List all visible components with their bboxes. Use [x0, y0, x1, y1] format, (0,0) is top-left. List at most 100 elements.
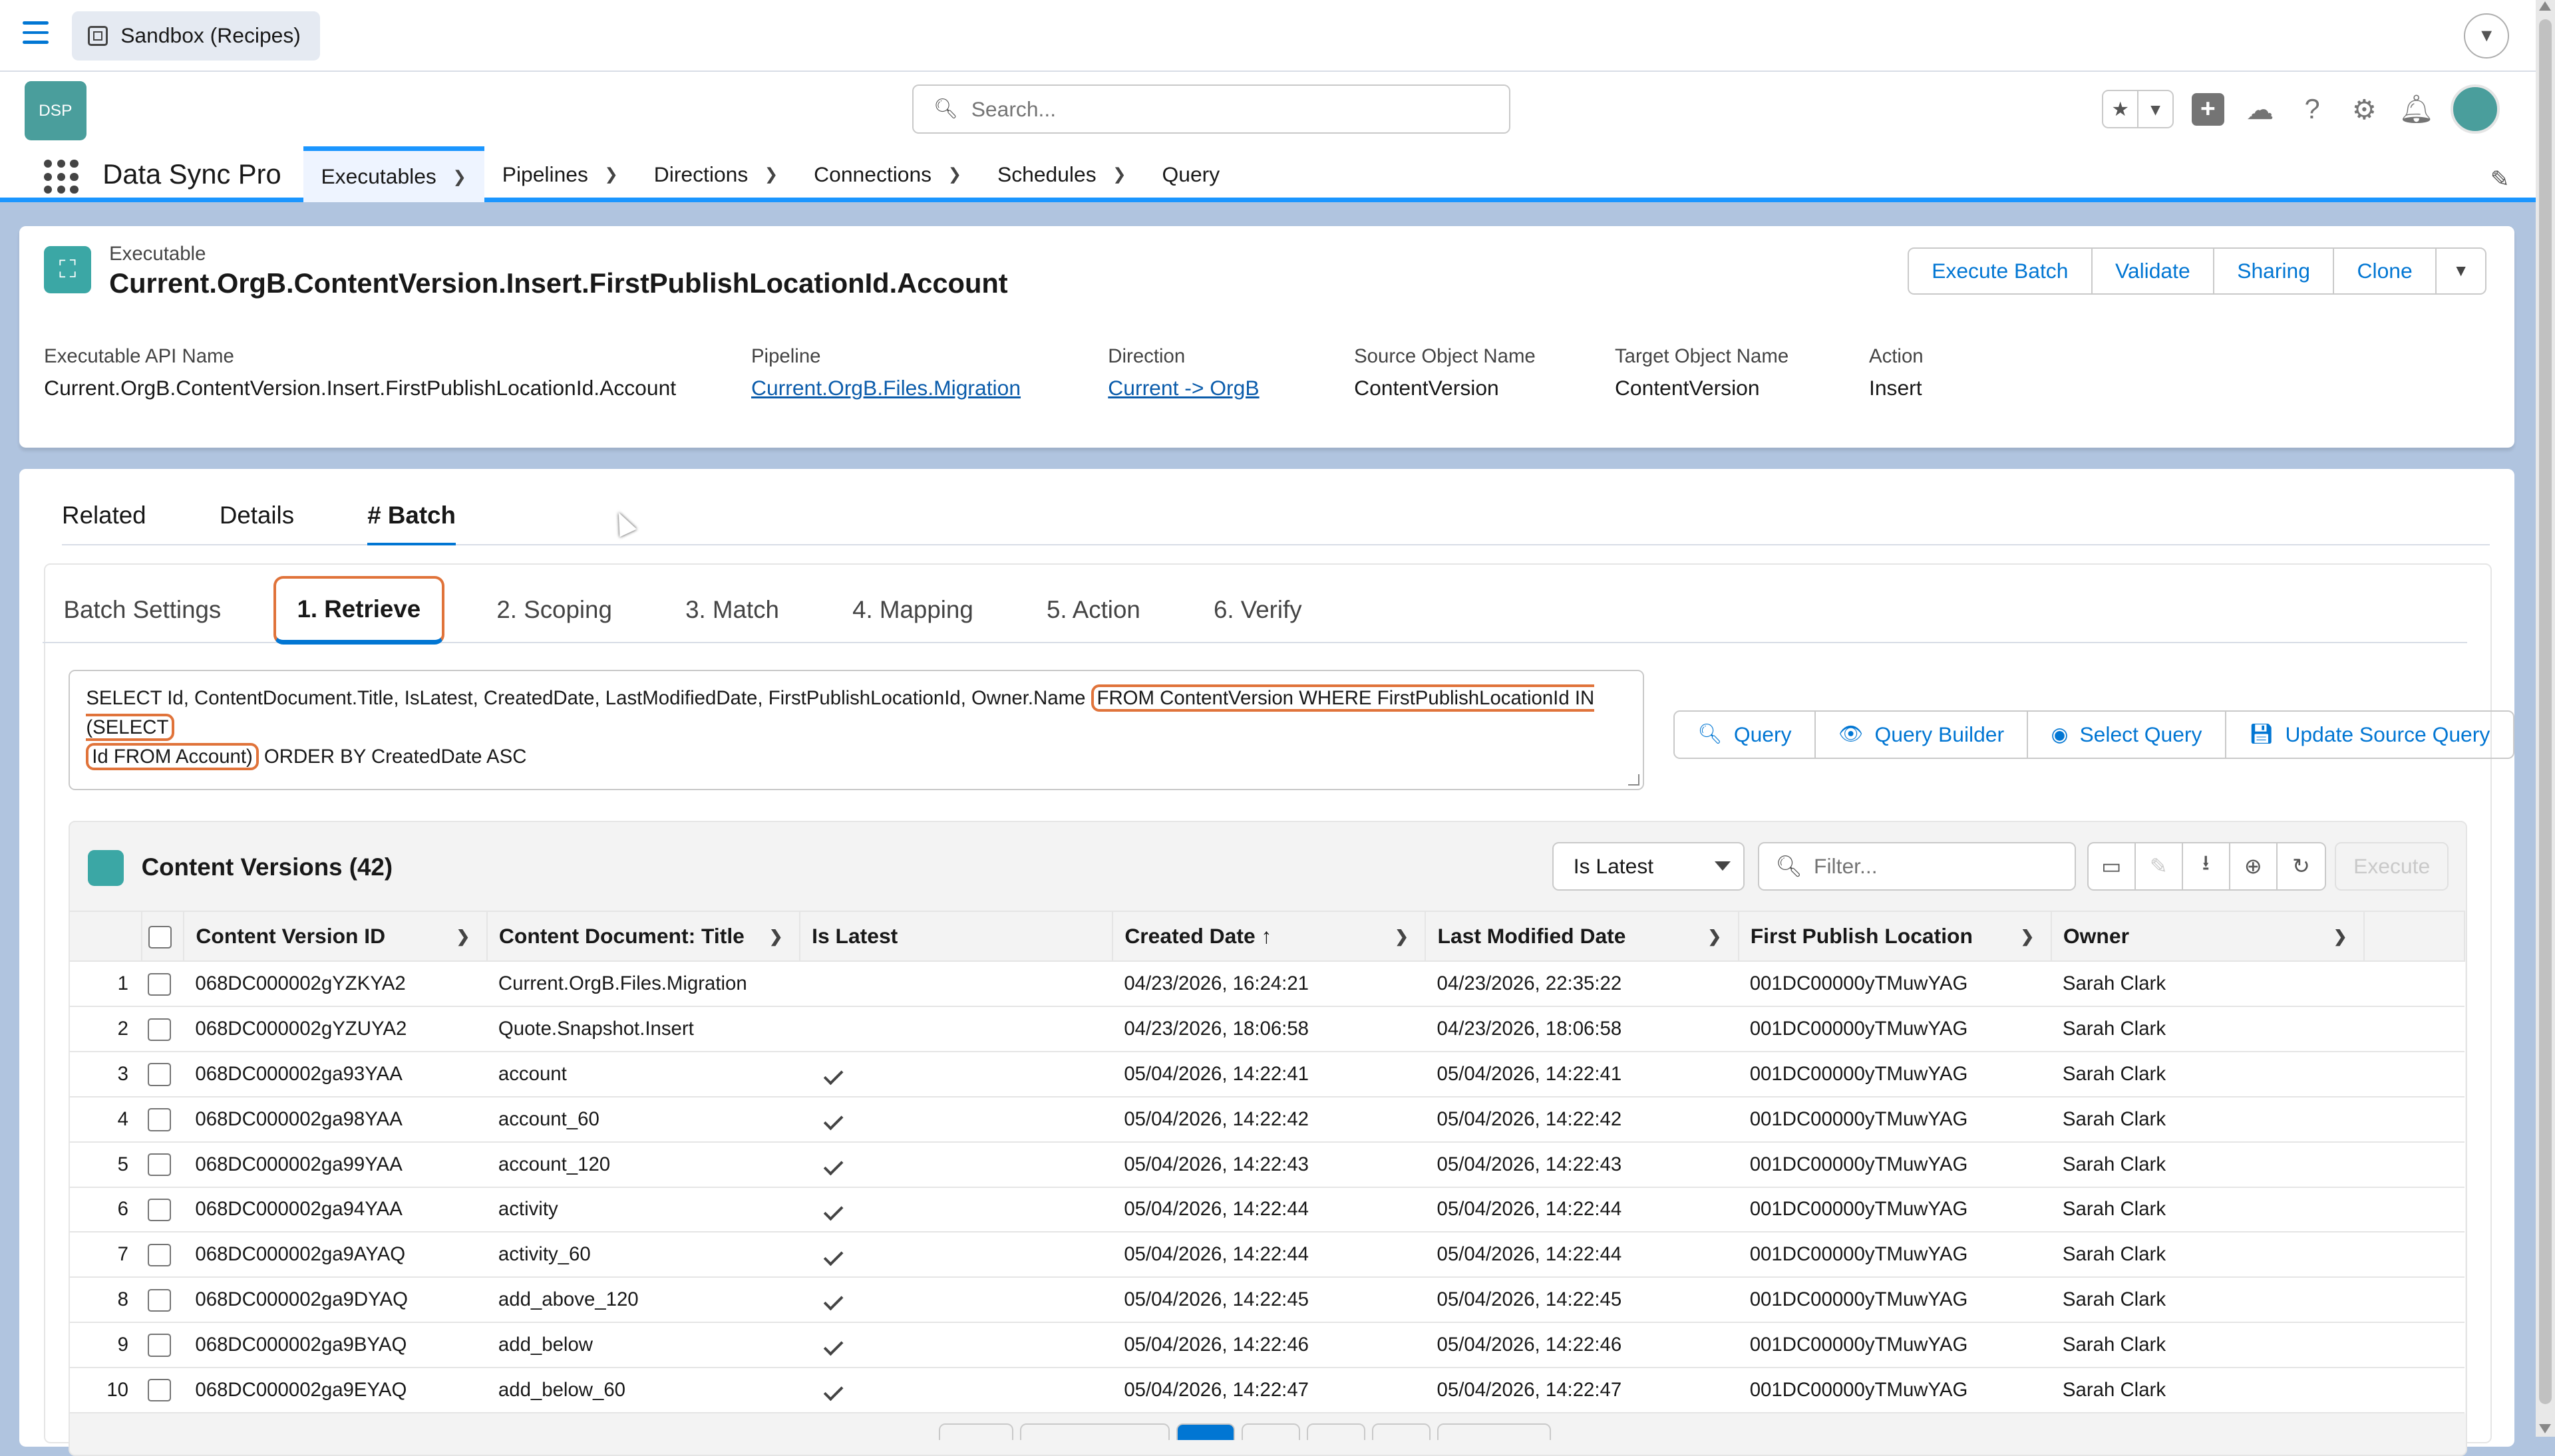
- chevron-down-icon[interactable]: ❯: [1112, 164, 1126, 184]
- chevron-down-icon[interactable]: ❯: [765, 164, 778, 184]
- title-link[interactable]: add_below_60: [486, 1367, 800, 1413]
- owner-link[interactable]: Sarah Clark: [2051, 1187, 2364, 1233]
- owner-link[interactable]: Sarah Clark: [2051, 1006, 2364, 1053]
- more-actions-chevron-icon[interactable]: ▼: [2437, 249, 2485, 293]
- first-publish-location-link[interactable]: 001DC00000yTMuwYAG: [1738, 1367, 2051, 1413]
- gear-icon[interactable]: ⚙: [2347, 91, 2383, 127]
- title-link[interactable]: Quote.Snapshot.Insert: [486, 1006, 800, 1053]
- sandbox-pill[interactable]: Sandbox (Recipes): [71, 11, 321, 61]
- edit-icon[interactable]: ✎: [2136, 843, 2183, 890]
- column-header-title[interactable]: Content Document: Title ❯: [486, 910, 800, 962]
- chevron-down-icon[interactable]: ❯: [604, 164, 618, 184]
- column-header-created-date[interactable]: Created Date ↑ ❯: [1112, 910, 1427, 962]
- content-version-id-link[interactable]: 068DC000002ga93YAA: [184, 1052, 487, 1097]
- column-header-content-version-id[interactable]: Content Version ID ❯: [184, 910, 488, 962]
- owner-link[interactable]: Sarah Clark: [2051, 1141, 2364, 1188]
- chevron-down-icon[interactable]: ▾: [2138, 91, 2172, 128]
- refresh-icon[interactable]: ↻: [2278, 843, 2325, 889]
- first-publish-location-link[interactable]: 001DC00000yTMuwYAG: [1738, 1187, 2051, 1233]
- page-button[interactable]: [938, 1423, 1014, 1440]
- page-button[interactable]: [1437, 1423, 1552, 1440]
- tab-details[interactable]: Details: [220, 502, 294, 545]
- execute-batch-button[interactable]: Execute Batch: [1909, 249, 2093, 294]
- title-link[interactable]: activity: [486, 1187, 800, 1233]
- table-row[interactable]: 8 068DC000002ga9DYAQ add_above_120 05/04/20…: [69, 1277, 2465, 1324]
- table-row[interactable]: 4 068DC000002ga98YAA account_60 05/04/2026,…: [69, 1096, 2465, 1143]
- scroll-down-icon[interactable]: [2538, 1424, 2551, 1433]
- content-version-id-link[interactable]: 068DC000002ga9BYAQ: [184, 1322, 487, 1368]
- select-query-button[interactable]: ◉ Select Query: [2028, 711, 2226, 758]
- global-actions-icon[interactable]: +: [2190, 91, 2226, 127]
- column-header-last-modified-date[interactable]: Last Modified Date ❯: [1425, 910, 1739, 962]
- pipeline-link[interactable]: Current.OrgB.Files.Migration: [751, 376, 1021, 400]
- chevron-down-icon[interactable]: ▼: [2463, 13, 2510, 59]
- first-publish-location-link[interactable]: 001DC00000yTMuwYAG: [1738, 1232, 2051, 1278]
- title-link[interactable]: activity_60: [486, 1232, 800, 1278]
- query-builder-button[interactable]: 👁︎ Query Builder: [1816, 711, 2029, 758]
- column-header-owner[interactable]: Owner ❯: [2051, 910, 2365, 962]
- page-button[interactable]: [1242, 1423, 1301, 1440]
- table-row[interactable]: 2 068DC000002gYZUYA2 Quote.Snapshot.Insert…: [69, 1006, 2465, 1053]
- bell-icon[interactable]: 🔔︎: [2399, 91, 2435, 127]
- update-source-query-button[interactable]: 💾︎ Update Source Query: [2226, 712, 2513, 758]
- favorites-button[interactable]: ★ ▾: [2102, 89, 2174, 129]
- table-row[interactable]: 10 068DC000002ga9EYAQ add_below_60 05/04/20…: [69, 1367, 2465, 1413]
- owner-link[interactable]: Sarah Clark: [2051, 1052, 2364, 1097]
- row-checkbox[interactable]: [148, 1153, 171, 1177]
- content-version-id-link[interactable]: 068DC000002ga9EYAQ: [184, 1367, 487, 1413]
- nav-item-schedules[interactable]: Schedules ❯: [979, 146, 1144, 202]
- query-button[interactable]: 🔍︎ Query: [1675, 711, 1816, 758]
- row-checkbox[interactable]: [148, 1063, 171, 1086]
- table-row[interactable]: 1 068DC000002gYZKYA2 Current.OrgB.Files.Mi…: [69, 961, 2465, 1008]
- table-row[interactable]: 5 068DC000002ga99YAA account_120 05/04/2026…: [69, 1141, 2465, 1188]
- owner-link[interactable]: Sarah Clark: [2051, 1367, 2364, 1413]
- nav-item-pipelines[interactable]: Pipelines ❯: [484, 146, 636, 202]
- card-view-icon[interactable]: ▭: [2089, 843, 2136, 890]
- filter-input[interactable]: 🔍︎ Filter...: [1758, 841, 2076, 891]
- chevron-down-icon[interactable]: ❯: [2021, 927, 2035, 946]
- clone-button[interactable]: Clone: [2334, 249, 2437, 294]
- row-checkbox[interactable]: [148, 1198, 171, 1222]
- menu-icon[interactable]: [23, 21, 49, 45]
- content-version-id-link[interactable]: 068DC000002gYZKYA2: [184, 961, 487, 1008]
- title-link[interactable]: add_above_120: [486, 1277, 800, 1324]
- chevron-down-icon[interactable]: ❯: [452, 167, 466, 187]
- sharing-button[interactable]: Sharing: [2214, 249, 2335, 294]
- row-checkbox[interactable]: [148, 1018, 171, 1041]
- owner-link[interactable]: Sarah Clark: [2051, 1277, 2364, 1324]
- first-publish-location-link[interactable]: 001DC00000yTMuwYAG: [1738, 1141, 2051, 1188]
- chevron-down-icon[interactable]: ❯: [769, 927, 783, 946]
- subtab-scoping[interactable]: 2. Scoping: [476, 577, 633, 643]
- execute-button[interactable]: Execute: [2334, 841, 2449, 891]
- title-link[interactable]: Current.OrgB.Files.Migration: [486, 961, 800, 1008]
- title-link[interactable]: account_60: [486, 1096, 800, 1143]
- table-row[interactable]: 3 068DC000002ga93YAA account 05/04/2026, 14…: [69, 1052, 2465, 1097]
- direction-link[interactable]: Current -> OrgB: [1108, 376, 1259, 400]
- tab-batch[interactable]: # Batch: [367, 502, 456, 546]
- first-publish-location-link[interactable]: 001DC00000yTMuwYAG: [1738, 1277, 2051, 1324]
- title-link[interactable]: account: [486, 1052, 800, 1097]
- owner-link[interactable]: Sarah Clark: [2051, 1322, 2364, 1368]
- column-header-first-publish-location[interactable]: First Publish Location ❯: [1738, 910, 2052, 962]
- tab-related[interactable]: Related: [62, 502, 146, 545]
- scrollbar[interactable]: [2535, 0, 2555, 1437]
- scroll-up-icon[interactable]: [2538, 1, 2551, 11]
- subtab-retrieve[interactable]: 1. Retrieve: [273, 575, 445, 645]
- column-header-is-latest[interactable]: Is Latest: [799, 910, 1114, 962]
- app-launcher-icon[interactable]: [44, 159, 79, 194]
- nav-item-directions[interactable]: Directions ❯: [636, 146, 796, 202]
- first-publish-location-link[interactable]: 001DC00000yTMuwYAG: [1738, 961, 2051, 1008]
- content-version-id-link[interactable]: 068DC000002ga9DYAQ: [184, 1277, 487, 1324]
- nav-item-connections[interactable]: Connections ❯: [796, 146, 979, 202]
- subtab-mapping[interactable]: 4. Mapping: [831, 577, 994, 643]
- avatar[interactable]: [2451, 84, 2500, 134]
- is-latest-select[interactable]: Is Latest: [1552, 841, 1745, 891]
- resize-handle-icon[interactable]: [1627, 774, 1640, 786]
- content-version-id-link[interactable]: 068DC000002ga9AYAQ: [184, 1232, 487, 1278]
- owner-link[interactable]: Sarah Clark: [2051, 1096, 2364, 1143]
- download-icon[interactable]: ⭳: [2183, 843, 2230, 890]
- edit-nav-icon[interactable]: ✎: [2490, 166, 2510, 193]
- first-publish-location-link[interactable]: 001DC00000yTMuwYAG: [1738, 1322, 2051, 1368]
- chevron-down-icon[interactable]: ❯: [1708, 927, 1722, 946]
- content-version-id-link[interactable]: 068DC000002gYZUYA2: [184, 1006, 487, 1053]
